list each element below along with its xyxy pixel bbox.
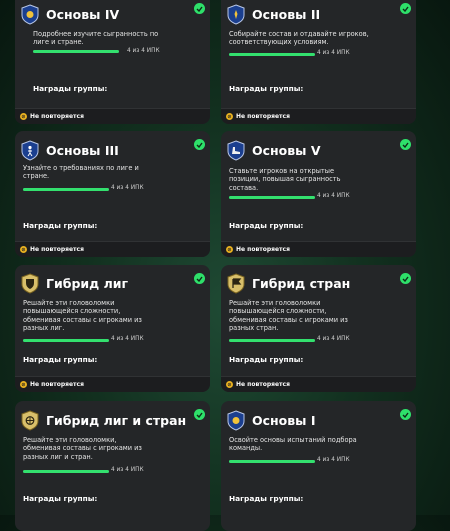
repeat-label: Не повторяется (30, 381, 84, 388)
card-description: Решайте эти головоломки повышающейся сло… (23, 299, 142, 332)
card-title: Основы I (252, 412, 316, 428)
card-description: Ставьте игроков на открытые позиции, пов… (229, 167, 341, 192)
progress-bar (229, 53, 315, 56)
completed-check-icon (194, 139, 205, 150)
card-title: Основы IV (46, 6, 120, 22)
progress-text: 4 из 4 ИПК (317, 50, 350, 56)
completed-check-icon (194, 3, 205, 14)
shield-ball-badge-icon (226, 409, 246, 431)
card-header: Гибрид стран (226, 269, 350, 297)
progress-text: 4 из 4 ИПК (127, 48, 160, 54)
card-description: Собирайте состав и отдавайте игроков, со… (229, 30, 369, 47)
gold-shield-badge-icon (20, 272, 40, 294)
card-header: Основы III (20, 136, 119, 164)
progress-fill (229, 339, 315, 342)
repeat-label: Не повторяется (30, 113, 84, 120)
card-header: Гибрид лиг (20, 269, 128, 297)
completed-check-icon (400, 139, 411, 150)
progress-fill (23, 470, 109, 473)
shield-badge-icon (226, 3, 246, 25)
progress-fill (229, 460, 315, 463)
rewards-label: Награды группы: (23, 355, 98, 364)
card-header: Гибрид лиг и стран (20, 406, 186, 434)
sbc-card-osnovy-iv[interactable]: Основы IV Подробнее изучите сыгранность … (15, 0, 210, 124)
progress-bar (23, 188, 109, 191)
card-header: Основы I (226, 406, 315, 434)
progress-text: 4 из 4 ИПК (111, 336, 144, 342)
rewards-label: Награды группы: (229, 494, 304, 503)
rewards-label: Награды группы: (229, 355, 304, 364)
card-description: Решайте эти головоломки, обменивая соста… (23, 436, 142, 461)
progress-fill (23, 339, 109, 342)
card-description: Решайте эти головоломки повышающейся сло… (229, 299, 348, 332)
progress-bar (23, 339, 109, 342)
sbc-card-osnovy-i[interactable]: Основы I Освойте основы испытаний подбор… (221, 401, 416, 531)
no-repeat-icon: ⊘ (20, 246, 27, 253)
shield-ball-badge-icon (20, 3, 40, 25)
progress-text: 4 из 4 ИПК (317, 336, 350, 342)
card-title: Основы V (252, 142, 321, 158)
shield-boot-badge-icon (226, 139, 246, 161)
progress-fill (229, 196, 315, 199)
sbc-card-hybrid-leagues[interactable]: Гибрид лиг Решайте эти головоломки повыш… (15, 265, 210, 392)
rewards-label: Награды группы: (229, 84, 304, 93)
progress-fill (33, 50, 119, 53)
no-repeat-icon: ⊘ (226, 381, 233, 388)
progress-bar (229, 460, 315, 463)
card-header: Основы II (226, 0, 320, 28)
progress-bar (229, 339, 315, 342)
repeat-label: Не повторяется (236, 113, 290, 120)
progress-fill (229, 53, 315, 56)
card-header: Основы V (226, 136, 321, 164)
repeat-status: ⊘ Не повторяется (221, 241, 416, 257)
rewards-label: Награды группы: (229, 221, 304, 230)
repeat-label: Не повторяется (30, 246, 84, 253)
card-title: Гибрид лиг и стран (46, 412, 187, 428)
card-title: Основы II (252, 6, 321, 22)
completed-check-icon (400, 273, 411, 284)
repeat-status: ⊘ Не повторяется (221, 108, 416, 124)
repeat-label: Не повторяется (236, 381, 290, 388)
no-repeat-icon: ⊘ (226, 246, 233, 253)
progress-text: 4 из 4 ИПК (317, 457, 350, 463)
repeat-status: ⊘ Не повторяется (15, 108, 210, 124)
no-repeat-icon: ⊘ (20, 113, 27, 120)
progress-fill (23, 188, 109, 191)
progress-bar (33, 50, 119, 53)
rewards-label: Награды группы: (23, 494, 98, 503)
card-description: Освойте основы испытаний подбора команды… (229, 436, 357, 453)
completed-check-icon (400, 3, 411, 14)
progress-text: 4 из 4 ИПК (111, 467, 144, 473)
rewards-label: Награды группы: (33, 84, 108, 93)
repeat-label: Не повторяется (236, 246, 290, 253)
completed-check-icon (400, 409, 411, 420)
rewards-label: Награды группы: (23, 221, 98, 230)
card-description: Подробнее изучите сыгранность по лиге и … (33, 30, 159, 47)
repeat-status: ⊘ Не повторяется (15, 241, 210, 257)
gold-shield-globe-badge-icon (20, 409, 40, 431)
sbc-card-osnovy-v[interactable]: Основы V Ставьте игроков на открытые поз… (221, 131, 416, 257)
gold-shield-flag-badge-icon (226, 272, 246, 294)
repeat-status: ⊘ Не повторяется (221, 376, 416, 392)
progress-bar (229, 196, 315, 199)
sbc-card-hybrid-nations[interactable]: Гибрид стран Решайте эти головоломки пов… (221, 265, 416, 392)
no-repeat-icon: ⊘ (20, 381, 27, 388)
sbc-card-osnovy-ii[interactable]: Основы II Собирайте состав и отдавайте и… (221, 0, 416, 124)
completed-check-icon (194, 273, 205, 284)
card-header: Основы IV (20, 0, 119, 28)
shield-player-badge-icon (20, 139, 40, 161)
card-title: Гибрид лиг (46, 275, 129, 291)
no-repeat-icon: ⊘ (226, 113, 233, 120)
sbc-card-osnovy-iii[interactable]: Основы III Узнайте о требованиях по лиге… (15, 131, 210, 257)
progress-bar (23, 470, 109, 473)
card-description: Узнайте о требованиях по лиге и стране. (23, 164, 139, 181)
progress-text: 4 из 4 ИПК (111, 185, 144, 191)
completed-check-icon (194, 409, 205, 420)
repeat-status: ⊘ Не повторяется (15, 376, 210, 392)
sbc-card-hybrid-leagues-nations[interactable]: Гибрид лиг и стран Решайте эти головолом… (15, 401, 210, 531)
card-title: Гибрид стран (252, 275, 351, 291)
card-title: Основы III (46, 142, 119, 158)
progress-text: 4 из 4 ИПК (317, 193, 350, 199)
